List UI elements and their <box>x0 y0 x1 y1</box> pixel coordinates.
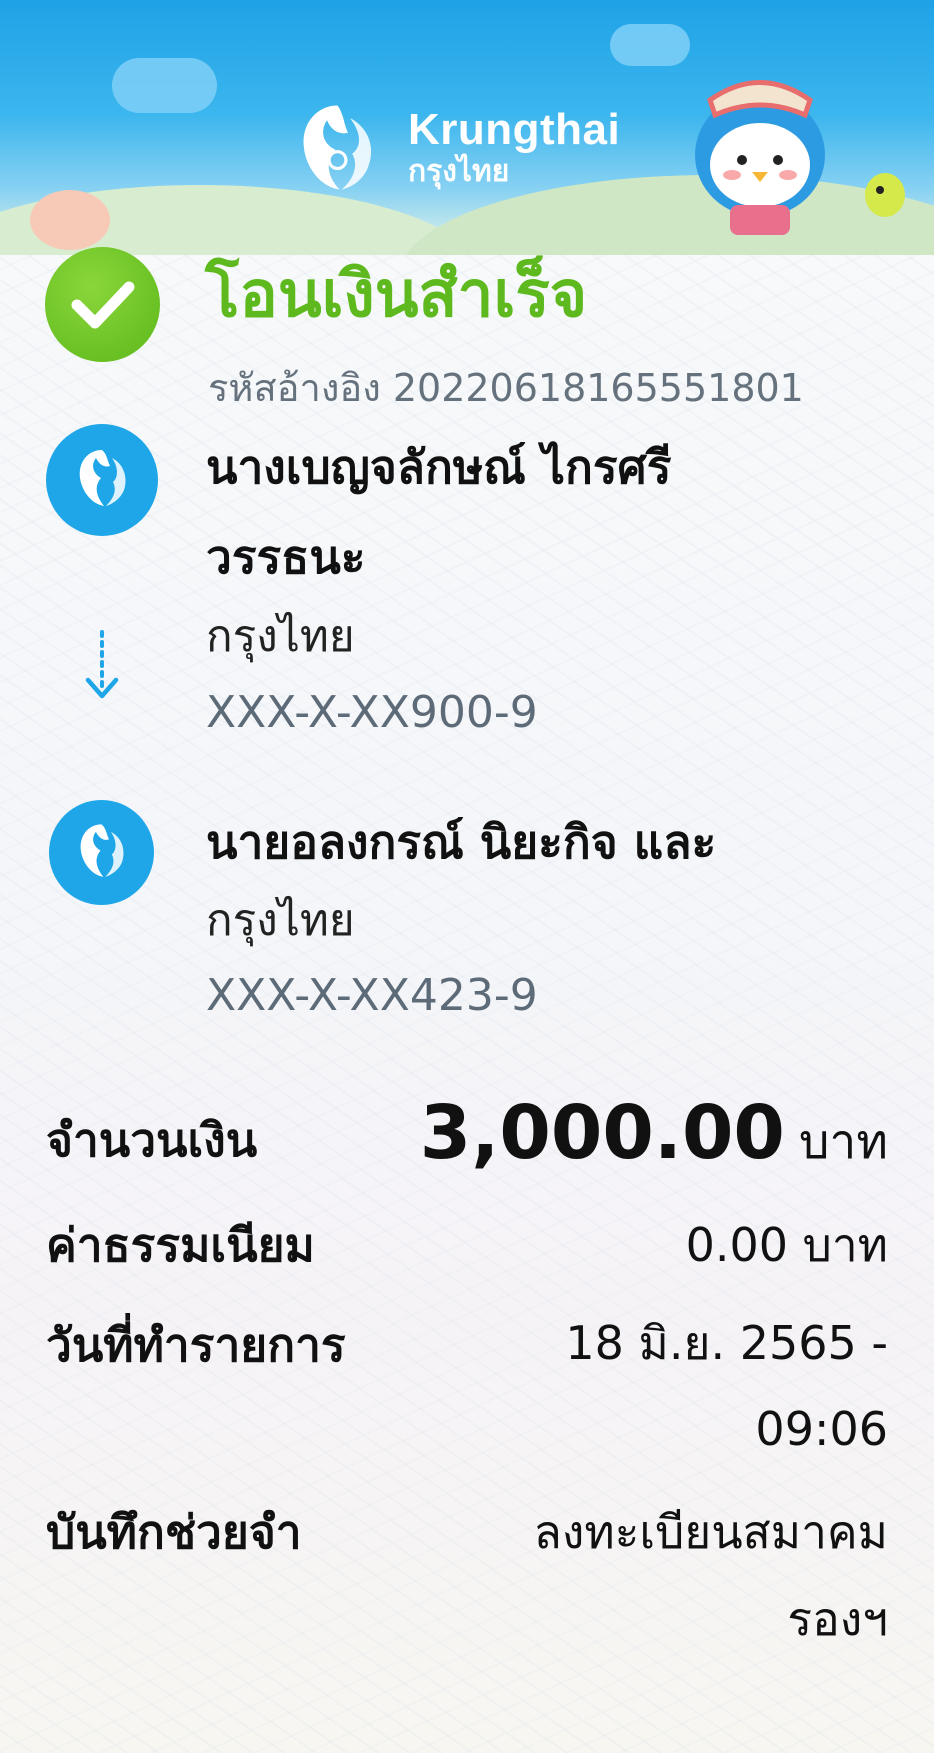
amount-value-group: 3,000.00 บาท <box>388 1090 888 1185</box>
fee-label: ค่าธรรมเนียม <box>46 1218 315 1272</box>
bank-logo-icon <box>79 450 126 506</box>
transfer-success-title: โอนเงินสำเร็จ <box>205 258 588 332</box>
brand-name-th: กรุงไทย <box>408 153 510 189</box>
fee-value: 0.00 บาท <box>685 1218 888 1272</box>
receiver-bank-logo <box>49 800 154 905</box>
transaction-date-label: วันที่ทำรายการ <box>46 1318 346 1372</box>
memo-value-line2: รองฯ <box>787 1592 888 1646</box>
sender-name-line1: นางเบญจลักษณ์ ไกรศรี <box>206 440 672 494</box>
memo-label: บันทึกช่วยจำ <box>46 1505 302 1559</box>
receiver-account-number: XXX-X-XX423-9 <box>206 970 538 1021</box>
cloud-decoration <box>112 58 217 113</box>
amount-unit: บาท <box>798 1114 888 1170</box>
memo-value-line1: ลงทะเบียนสมาคม <box>533 1505 888 1559</box>
success-check-badge <box>45 247 160 362</box>
amount-label: จำนวนเงิน <box>46 1113 258 1167</box>
receiver-bank-name: กรุงไทย <box>206 895 355 946</box>
receiver-name: นายอลงกรณ์ นิยะกิจ และ <box>206 815 717 869</box>
transfer-arrow-icon <box>85 630 119 699</box>
krungthai-logo: Krungthai กรุงไทย <box>285 95 620 200</box>
bank-logo-icon <box>80 824 124 877</box>
amount-value: 3,000.00 <box>419 1090 785 1176</box>
brand-name-en: Krungthai <box>408 104 621 154</box>
reference-number: 20220618165551801 <box>392 366 804 410</box>
sender-bank-name: กรุงไทย <box>206 611 355 662</box>
reference-label: รหัสอ้างอิง <box>208 366 381 410</box>
sender-bank-logo <box>46 424 158 536</box>
flower-decoration <box>30 190 110 250</box>
check-icon <box>71 281 135 329</box>
transaction-date-line1: 18 มิ.ย. 2565 - <box>565 1316 888 1370</box>
reference-line: รหัสอ้างอิง 20220618165551801 <box>208 365 804 411</box>
mascot-illustration <box>695 80 905 235</box>
krungthai-logo-icon <box>303 105 372 190</box>
sender-name-line2: วรรธนะ <box>206 530 366 584</box>
header-banner: Krungthai กรุงไทย <box>0 0 934 255</box>
transaction-time: 09:06 <box>755 1402 888 1456</box>
sender-account-number: XXX-X-XX900-9 <box>206 687 538 738</box>
